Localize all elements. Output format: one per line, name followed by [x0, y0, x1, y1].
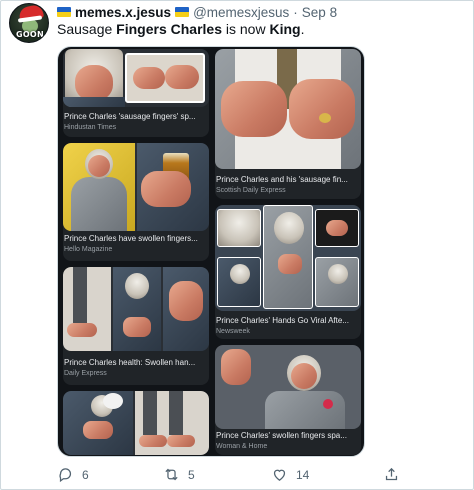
reply-count: 6	[82, 467, 89, 482]
tweet-text: Sausage Fingers Charles is now King.	[57, 21, 304, 37]
suit	[63, 97, 125, 107]
tweet-actions: 6 5 14	[57, 466, 400, 484]
collage-photo	[315, 257, 359, 307]
suit	[71, 177, 127, 231]
card-source: Newsweek	[216, 328, 250, 335]
tweet-text-part: .	[300, 21, 305, 37]
tweet-header: memes.x.jesus @memesxjesus · Sep 8	[57, 4, 337, 20]
card-title: Prince Charles and his 'sausage fin...	[216, 175, 348, 184]
ukraine-flag-icon	[57, 7, 71, 17]
avatar[interactable]: GOON	[9, 3, 49, 43]
card-title: Prince Charles' Hands Go Viral Afte...	[216, 316, 349, 325]
card-source: Daily Express	[64, 370, 107, 377]
waving-hand	[221, 349, 251, 385]
ukraine-flag-icon	[175, 7, 190, 17]
share-icon	[385, 467, 398, 481]
card-title: Prince Charles have swollen fingers...	[64, 234, 198, 243]
hand	[141, 171, 191, 207]
face-skin	[291, 363, 317, 389]
left-hand	[221, 81, 287, 137]
collage-photo	[263, 205, 313, 309]
face-skin	[88, 155, 110, 177]
card-source: Hello Magazine	[64, 246, 113, 253]
tweet-card[interactable]: GOON memes.x.jesus @memesxjesus · Sep 8 …	[0, 0, 474, 490]
image-result-card[interactable]: Prince Charles' swollen fingers spa... W…	[215, 345, 361, 455]
ring	[319, 113, 331, 123]
image-result-card[interactable]: Prince Charles 'sausage fingers' sp... H…	[63, 49, 209, 137]
collage-photo	[113, 267, 161, 351]
tweet-text-part: is now	[222, 21, 270, 37]
image-result-card[interactable]: Prince Charles health: Swollen han... Da…	[63, 267, 209, 385]
media-image[interactable]: Prince Charles 'sausage fingers' sp... H…	[57, 46, 365, 457]
card-source: Woman & Home	[216, 443, 268, 450]
tweet-text-bold: Fingers Charles	[116, 21, 222, 37]
image-result-card[interactable]: Prince Charles and his 'sausage fin... S…	[215, 49, 361, 199]
like-button[interactable]: 14	[271, 466, 309, 483]
image-result-card[interactable]: Prince Charles have swollen fingers... H…	[63, 143, 209, 261]
reply-button[interactable]: 6	[57, 466, 89, 483]
hands-inset	[125, 53, 205, 103]
right-hand	[289, 79, 355, 139]
tweet-text-part: Sausage	[57, 21, 117, 37]
user-handle[interactable]: @memesxjesus	[193, 5, 289, 20]
tweet-date[interactable]: Sep 8	[302, 5, 337, 20]
separator-dot: ·	[293, 4, 298, 20]
reply-icon	[59, 468, 72, 483]
display-name[interactable]: memes.x.jesus	[75, 5, 171, 20]
flower	[323, 399, 333, 409]
like-count: 14	[296, 467, 310, 482]
face-skin	[75, 65, 113, 101]
card-title: Prince Charles health: Swollen han...	[64, 358, 196, 367]
floor-photo	[135, 391, 209, 455]
card-source: Hindustan Times	[64, 124, 117, 131]
card-title: Prince Charles 'sausage fingers' sp...	[64, 112, 196, 121]
retweet-button[interactable]: 5	[163, 466, 195, 483]
avatar-text: GOON	[15, 30, 45, 39]
suit	[265, 391, 345, 429]
card-title: Prince Charles' swollen fingers spa...	[216, 431, 347, 440]
collage-photo	[217, 209, 261, 247]
floor-photo	[63, 267, 111, 351]
collage-photo	[217, 257, 261, 307]
image-result-card[interactable]: Prince Charles' Hands Go Viral Afte... N…	[215, 205, 361, 339]
image-result-card[interactable]	[63, 391, 209, 455]
card-source: Scottish Daily Express	[216, 187, 286, 194]
share-button[interactable]	[383, 466, 400, 483]
retweet-icon	[165, 468, 178, 481]
collage-photo	[315, 209, 359, 247]
collage-photo	[63, 391, 133, 455]
heart-icon	[273, 469, 286, 481]
retweet-count: 5	[188, 467, 195, 482]
tweet-text-bold: King	[269, 21, 301, 37]
collage-photo	[163, 267, 209, 351]
